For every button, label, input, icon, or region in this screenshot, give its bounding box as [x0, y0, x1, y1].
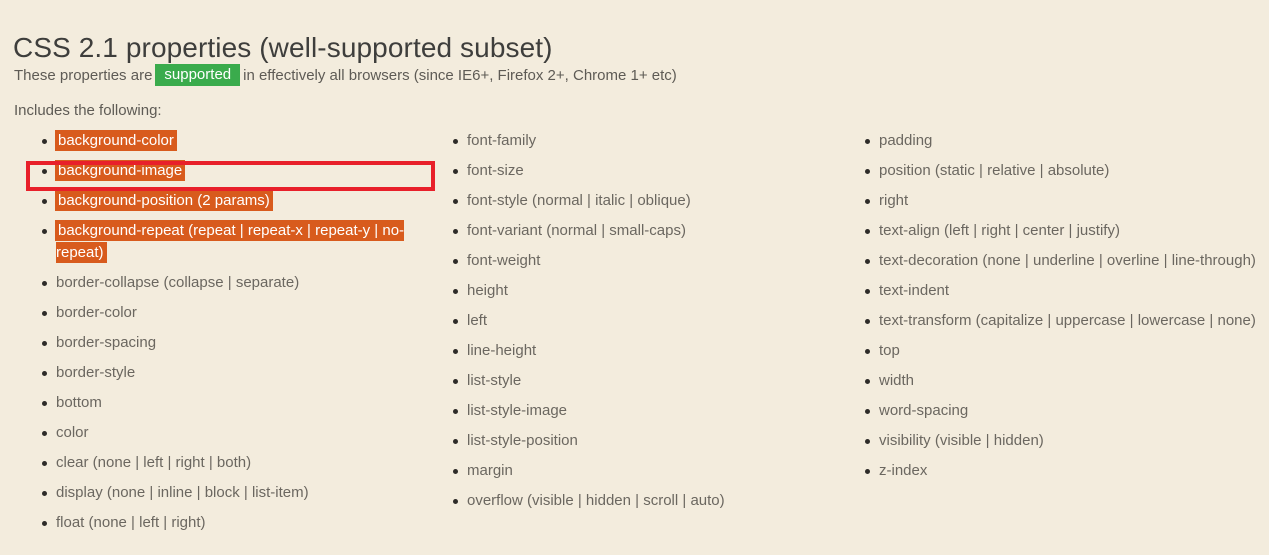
property-label: font-family: [467, 132, 537, 149]
property-list-item: padding: [861, 130, 1259, 152]
property-label: float (none | left | right): [56, 514, 206, 531]
property-label: overflow (visible | hidden | scroll | au…: [467, 492, 725, 509]
property-list-item: height: [449, 280, 847, 302]
property-list-item: display (none | inline | block | list-it…: [38, 482, 438, 504]
property-label: font-style (normal | italic | oblique): [467, 192, 691, 209]
page-root: CSS 2.1 properties (well-supported subse…: [0, 0, 1269, 555]
property-label: word-spacing: [879, 402, 969, 419]
property-label: margin: [467, 462, 513, 479]
property-label: border-spacing: [56, 334, 157, 351]
property-list-item: list-style-image: [449, 400, 847, 422]
property-list-item: overflow (visible | hidden | scroll | au…: [449, 490, 847, 512]
property-list-item: line-height: [449, 340, 847, 362]
includes-label: Includes the following:: [14, 102, 162, 119]
property-label: height: [467, 282, 508, 299]
property-list-item: text-indent: [861, 280, 1259, 302]
property-list-item: color: [38, 422, 438, 444]
property-label: list-style-image: [467, 402, 568, 419]
property-list-1: background-color background-image backgrou…: [38, 130, 438, 534]
property-label: top: [879, 342, 900, 359]
property-list-item: font-size: [449, 160, 847, 182]
property-label: padding: [879, 132, 933, 149]
property-list-item: float (none | left | right): [38, 512, 438, 534]
property-label: background-image: [56, 161, 185, 180]
property-label: clear (none | left | right | both): [56, 454, 252, 471]
property-label: text-transform (capitalize | uppercase |…: [879, 312, 1256, 329]
property-list-item: text-transform (capitalize | uppercase |…: [861, 310, 1259, 332]
property-list-item: font-style (normal | italic | oblique): [449, 190, 847, 212]
property-label: background-repeat (repeat | repeat-x | r…: [56, 221, 405, 262]
property-label: background-position (2 params): [56, 191, 272, 210]
property-label: text-decoration (none | underline | over…: [879, 252, 1256, 269]
property-list-item: background-image: [38, 160, 438, 182]
property-list-item: position (static | relative | absolute): [861, 160, 1259, 182]
property-list-item: border-color: [38, 302, 438, 324]
property-list-item: border-spacing: [38, 332, 438, 354]
property-label: list-style: [467, 372, 522, 389]
property-label: font-weight: [467, 252, 541, 269]
property-label: visibility (visible | hidden): [879, 432, 1044, 449]
property-label: text-align (left | right | center | just…: [879, 222, 1120, 239]
property-label: right: [879, 192, 909, 209]
property-list-item: font-family: [449, 130, 847, 152]
property-label: font-variant (normal | small-caps): [467, 222, 686, 239]
property-label: border-style: [56, 364, 136, 381]
property-list-3: padding position (static | relative | abs…: [861, 130, 1259, 482]
property-list-item: border-style: [38, 362, 438, 384]
property-list-item: list-style-position: [449, 430, 847, 452]
property-list-item: word-spacing: [861, 400, 1259, 422]
property-list-item: font-variant (normal | small-caps): [449, 220, 847, 242]
property-list-item: width: [861, 370, 1259, 392]
property-list-item: top: [861, 340, 1259, 362]
property-list-item: right: [861, 190, 1259, 212]
property-label: line-height: [467, 342, 537, 359]
property-list-item: background-color: [38, 130, 438, 152]
property-label: display (none | inline | block | list-it…: [56, 484, 309, 501]
property-list-item: background-repeat (repeat | repeat-x | r…: [38, 220, 438, 264]
support-statement-suffix: in effectively all browsers (since IE6+,…: [243, 67, 677, 84]
property-label: width: [879, 372, 915, 389]
property-label: bottom: [56, 394, 102, 411]
property-list-item: text-align (left | right | center | just…: [861, 220, 1259, 242]
property-label: font-size: [467, 162, 524, 179]
property-label: position (static | relative | absolute): [879, 162, 1110, 179]
support-statement-prefix: These properties are: [14, 67, 153, 84]
property-columns: background-color background-image backgrou…: [0, 130, 1269, 555]
property-list-item: bottom: [38, 392, 438, 414]
property-label: border-color: [56, 304, 137, 321]
property-list-item: border-collapse (collapse | separate): [38, 272, 438, 294]
status-badge: supported: [155, 64, 241, 86]
property-label: z-index: [879, 462, 928, 479]
property-label: border-collapse (collapse | separate): [56, 274, 300, 291]
property-label: list-style-position: [467, 432, 578, 449]
property-list-item: margin: [449, 460, 847, 482]
property-column-1: background-color background-image backgrou…: [38, 130, 438, 542]
property-list-item: clear (none | left | right | both): [38, 452, 438, 474]
property-column-3: padding position (static | relative | abs…: [861, 130, 1259, 490]
property-list-item: background-position (2 params): [38, 190, 438, 212]
property-list-item: left: [449, 310, 847, 332]
property-column-2: font-family font-size font-style (normal |…: [449, 130, 847, 520]
property-list-item: z-index: [861, 460, 1259, 482]
property-list-item: visibility (visible | hidden): [861, 430, 1259, 452]
property-list-item: font-weight: [449, 250, 847, 272]
property-label: text-indent: [879, 282, 950, 299]
property-label: background-color: [56, 131, 176, 150]
support-statement: These properties are supported in effectiv…: [14, 64, 677, 87]
property-label: color: [56, 424, 89, 441]
property-list-item: text-decoration (none | underline | over…: [861, 250, 1259, 272]
page-title: CSS 2.1 properties (well-supported subse…: [13, 31, 553, 63]
property-list-item: list-style: [449, 370, 847, 392]
property-label: left: [467, 312, 488, 329]
property-list-2: font-family font-size font-style (normal |…: [449, 130, 847, 512]
